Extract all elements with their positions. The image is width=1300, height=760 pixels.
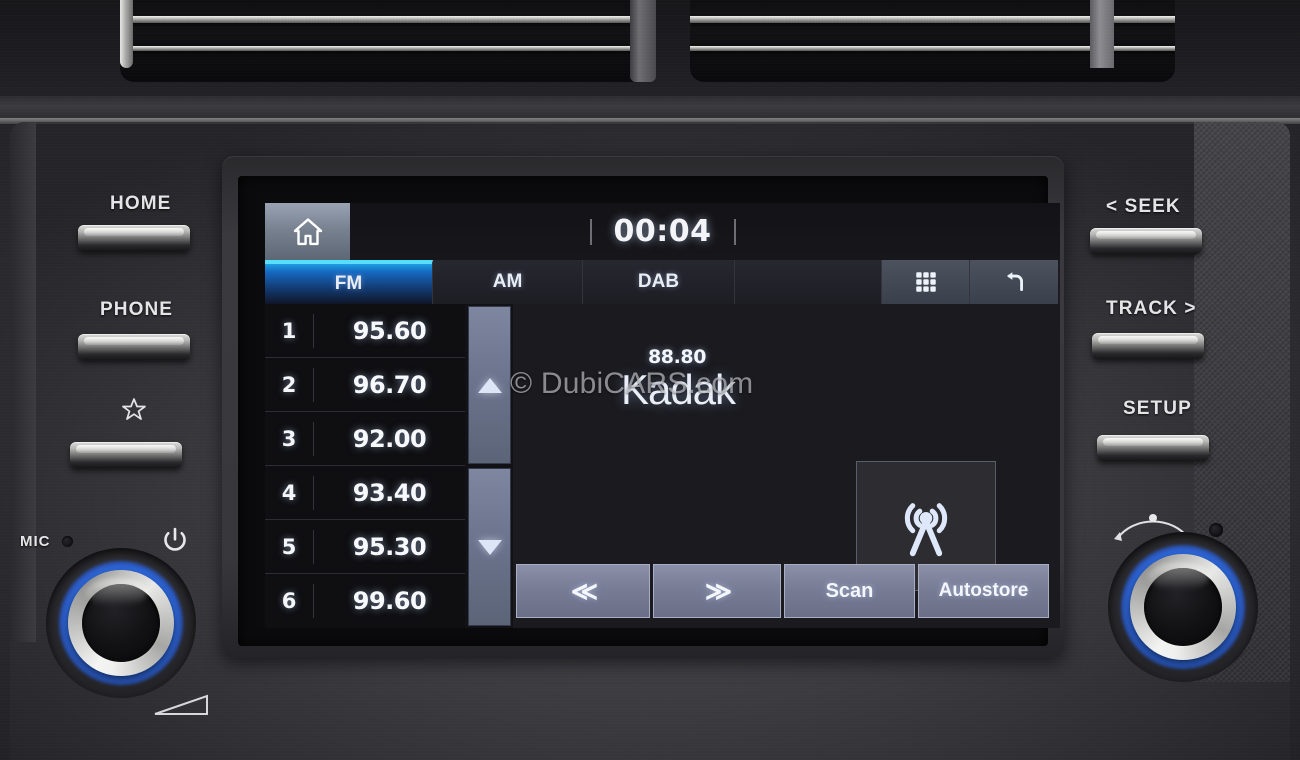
current-frequency: 88.80 bbox=[647, 346, 707, 368]
preset-row-3[interactable]: 3 92.00 bbox=[265, 412, 465, 466]
preset-row-1[interactable]: 1 95.60 bbox=[265, 304, 465, 358]
status-bar: 00:04 bbox=[265, 203, 1060, 260]
seek-button-label: < SEEK bbox=[1106, 196, 1181, 217]
air-vent-assembly bbox=[0, 0, 1300, 100]
vent-slat bbox=[120, 16, 650, 23]
track-hard-button[interactable] bbox=[1092, 333, 1204, 359]
clock-separator-left bbox=[589, 218, 592, 245]
preset-frequency: 92.00 bbox=[352, 424, 427, 453]
apps-grid-button[interactable] bbox=[882, 260, 970, 304]
clock-text: 00:04 bbox=[613, 214, 712, 249]
preset-row-5[interactable]: 5 95.30 bbox=[265, 520, 465, 574]
autostore-label: Autostore bbox=[938, 580, 1029, 601]
seek-down-label: ≪ bbox=[570, 575, 598, 606]
knob-face[interactable] bbox=[82, 584, 160, 662]
vent-center-spine bbox=[630, 0, 656, 82]
station-name: Kadak bbox=[620, 366, 736, 413]
preset-number: 2 bbox=[281, 372, 297, 397]
radio-control-bar: ≪ ≫ Scan Autostore bbox=[513, 560, 1060, 628]
preset-number: 3 bbox=[281, 426, 297, 451]
infotainment-screen: 00:04 FM AM DAB 1 95.60 2 96.70 3 92.00 … bbox=[265, 203, 1060, 628]
tab-am-label: AM bbox=[492, 271, 523, 292]
setup-button-label: SETUP bbox=[1123, 398, 1192, 419]
tab-fm-label: FM bbox=[334, 272, 363, 294]
preset-number: 1 bbox=[281, 318, 297, 343]
scan-label: Scan bbox=[825, 579, 874, 602]
home-button-label: HOME bbox=[110, 193, 172, 214]
scroll-down-button[interactable] bbox=[468, 468, 511, 626]
back-button[interactable] bbox=[970, 260, 1058, 304]
phone-hard-button[interactable] bbox=[78, 334, 190, 360]
preset-scrollbar bbox=[466, 304, 513, 628]
phone-button-label: PHONE bbox=[100, 299, 174, 320]
preset-list: 1 95.60 2 96.70 3 92.00 4 93.40 5 95.30 … bbox=[265, 304, 465, 628]
volume-knob[interactable] bbox=[46, 548, 196, 698]
back-arrow-icon bbox=[1006, 272, 1023, 291]
vent-slat bbox=[120, 46, 650, 51]
scroll-up-icon bbox=[477, 377, 502, 393]
star-icon bbox=[122, 398, 146, 420]
preset-frequency: 95.60 bbox=[352, 316, 427, 345]
seek-down-button[interactable]: ≪ bbox=[516, 564, 650, 618]
tune-knob[interactable] bbox=[1108, 532, 1258, 682]
vent-edge bbox=[120, 0, 133, 68]
preset-row-6[interactable]: 6 99.60 bbox=[265, 574, 465, 628]
tab-am[interactable]: AM bbox=[433, 260, 583, 304]
air-vent-right bbox=[690, 0, 1175, 82]
autostore-button[interactable]: Autostore bbox=[918, 564, 1049, 618]
preset-number: 6 bbox=[281, 589, 297, 613]
clock-separator-right bbox=[733, 218, 736, 245]
home-icon bbox=[293, 217, 322, 245]
preset-row-2[interactable]: 2 96.70 bbox=[265, 358, 465, 412]
band-tab-bar: FM AM DAB bbox=[265, 260, 1060, 304]
preset-row-4[interactable]: 4 93.40 bbox=[265, 466, 465, 520]
station-info: 88.80 Kadak bbox=[553, 346, 883, 414]
preset-frequency: 95.30 bbox=[352, 532, 427, 561]
preset-number: 5 bbox=[281, 534, 297, 559]
radio-tower-icon bbox=[904, 503, 948, 557]
radio-content-area: 1 95.60 2 96.70 3 92.00 4 93.40 5 95.30 … bbox=[265, 304, 1060, 628]
setup-hard-button[interactable] bbox=[1097, 435, 1209, 461]
tab-dab-label: DAB bbox=[637, 271, 680, 292]
scroll-down-icon bbox=[477, 539, 502, 555]
preset-number: 4 bbox=[281, 480, 297, 505]
preset-frequency: 93.40 bbox=[352, 478, 427, 507]
microphone-hole bbox=[62, 536, 73, 547]
air-vent-left bbox=[120, 0, 650, 82]
knob-face[interactable] bbox=[1144, 568, 1222, 646]
preset-frequency: 96.70 bbox=[352, 370, 427, 399]
tab-dab[interactable]: DAB bbox=[583, 260, 735, 304]
tab-empty[interactable] bbox=[735, 260, 882, 304]
scroll-up-button[interactable] bbox=[468, 306, 511, 464]
clock-container: 00:04 bbox=[265, 203, 1060, 260]
tab-fm[interactable]: FM bbox=[265, 260, 433, 304]
seek-up-label: ≫ bbox=[704, 575, 732, 606]
seek-up-button[interactable]: ≫ bbox=[653, 564, 781, 618]
favorite-hard-button[interactable] bbox=[70, 442, 182, 468]
apps-grid-icon bbox=[915, 272, 936, 292]
home-button[interactable] bbox=[265, 203, 350, 260]
preset-frequency: 99.60 bbox=[352, 587, 427, 615]
vent-divider bbox=[1090, 0, 1114, 68]
track-button-label: TRACK > bbox=[1106, 298, 1197, 319]
scan-button[interactable]: Scan bbox=[784, 564, 915, 618]
faceplate-left-texture bbox=[10, 122, 36, 642]
seek-hard-button[interactable] bbox=[1090, 228, 1202, 254]
home-hard-button[interactable] bbox=[78, 225, 190, 251]
